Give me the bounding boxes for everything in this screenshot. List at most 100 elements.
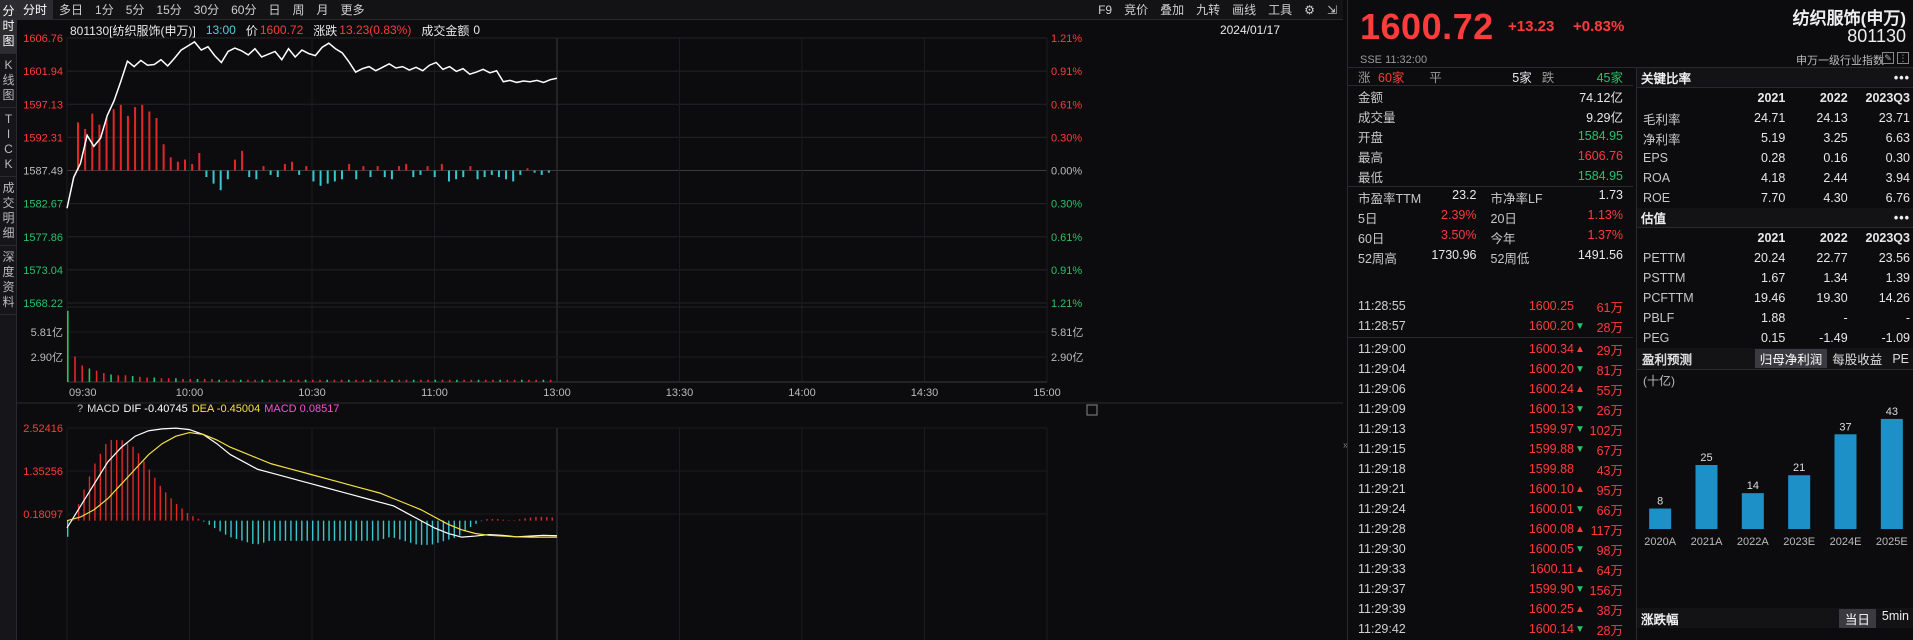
volume-bar	[549, 379, 552, 382]
tick-volume: 156万	[1589, 583, 1623, 598]
tick-row: 11:29:18 1599.88 43万	[1348, 459, 1633, 479]
forecast-category: 2020A	[1644, 536, 1676, 548]
drawing-button[interactable]: 画线	[1226, 0, 1262, 20]
fin-row-value: 19.30	[1816, 291, 1848, 305]
period-more[interactable]: 更多	[335, 0, 371, 20]
expand-icon[interactable]: ⇲	[1321, 0, 1343, 20]
period-month[interactable]: 月	[311, 0, 335, 20]
auction-button[interactable]: 竞价	[1118, 0, 1154, 20]
tab-depth-info[interactable]: 深 度 资 料	[0, 246, 17, 315]
fin-row-value: 24.13	[1816, 111, 1848, 125]
period-15min[interactable]: 15分	[150, 0, 187, 20]
stat-cell: 52周低 1491.56	[1491, 248, 1624, 267]
tick-row: 11:29:24 1600.01 ▼ 66万	[1348, 499, 1633, 519]
minute-flow-bar	[440, 163, 443, 171]
period-day[interactable]: 日	[262, 0, 286, 20]
more-icon[interactable]: ⋮	[1897, 52, 1909, 64]
tick-price: 1600.11	[1529, 562, 1574, 576]
valuation-more-icon[interactable]: •••	[1894, 211, 1910, 225]
macd-bar	[132, 446, 134, 521]
forecast-category: 2023E	[1783, 536, 1815, 548]
minute-flow-bar	[540, 170, 543, 175]
tick-price: 1600.13	[1528, 402, 1574, 416]
tick-row: 11:29:09 1600.13 ▼ 26万	[1348, 399, 1633, 419]
arrow-up-icon: ▲	[1575, 563, 1585, 575]
stat-value: 74.12亿	[1579, 90, 1623, 105]
stat-label: 今年	[1490, 231, 1516, 246]
tab-intraday[interactable]: 分 时 图	[0, 0, 17, 54]
tick-volume: 98万	[1596, 543, 1623, 558]
time-tick: 09:30	[69, 387, 97, 399]
arrow-down-icon: ▼	[1575, 443, 1585, 455]
macd-bar	[415, 520, 417, 545]
gear-icon[interactable]: ⚙	[1298, 0, 1321, 20]
stat-value: 1606.76	[1577, 149, 1623, 163]
volume-bar	[427, 379, 429, 382]
stat-label: 最高	[1358, 150, 1384, 165]
tab-tick[interactable]: T I C K	[0, 108, 17, 177]
tab-net-profit[interactable]: 归母净利润	[1754, 349, 1828, 368]
f9-button[interactable]: F9	[1092, 0, 1118, 20]
volume-bar	[441, 379, 444, 382]
arrow-up-icon: ▲	[1575, 343, 1585, 355]
fin-row-value: 1.39	[1885, 271, 1910, 285]
tab-pe[interactable]: PE	[1887, 352, 1913, 366]
stat-cell: 5日 2.39%	[1358, 208, 1491, 227]
macd-bar	[126, 443, 129, 521]
volume-bar	[167, 378, 170, 382]
tick-list[interactable]: 11:28:55 1600.25 61万 11:28:57 1600.20 ▼ 28万 11:…	[1348, 296, 1633, 640]
macd-bar	[508, 520, 510, 521]
key-ratio-more-icon[interactable]: •••	[1894, 71, 1910, 85]
stat-pair-row: 52周高 1730.96 52周低 1491.56	[1348, 247, 1633, 267]
fin-col-header: 2021 2022 2023Q3	[1637, 88, 1913, 108]
macd-dif: DIF -0.40745	[124, 403, 188, 415]
period-multiday[interactable]: 多日	[53, 0, 89, 20]
intraday-chart[interactable]: 1606.76 1.21% 1601.94 0.91% 1597.13 0.61% 1592…	[17, 20, 1343, 640]
macd-bar	[67, 520, 69, 537]
volume-bar	[290, 379, 292, 382]
tick-time: 11:29:28	[1358, 522, 1406, 536]
tab-trade-detail[interactable]: 成 交 明 细	[0, 177, 17, 246]
period-week[interactable]: 周	[287, 0, 311, 20]
tick-time: 11:29:15	[1358, 442, 1406, 456]
fin-row-value: 0.28	[1760, 151, 1786, 165]
edit-icon[interactable]: ✎	[1882, 52, 1894, 64]
volume-bar	[254, 379, 256, 382]
minute-flow-bar	[490, 170, 493, 175]
period-30min[interactable]: 30分	[188, 0, 225, 20]
seg-5min[interactable]: 5min	[1876, 609, 1913, 628]
price-label: 价	[245, 23, 258, 38]
pct-tick: 0.61%	[1051, 232, 1082, 244]
tools-button[interactable]: 工具	[1262, 0, 1298, 20]
macd-bar	[491, 519, 494, 521]
volume-bar	[74, 356, 76, 382]
macd-bar	[94, 463, 96, 521]
period-60min[interactable]: 60分	[225, 0, 262, 20]
macd-bar	[137, 453, 140, 521]
td-sequential-button[interactable]: 九转	[1190, 0, 1226, 20]
tick-time: 11:29:39	[1358, 602, 1406, 616]
tab-kline[interactable]: K 线 图	[0, 54, 17, 108]
stat-value: 1730.96	[1431, 247, 1477, 262]
arrow-down-icon: ▼	[1575, 403, 1585, 415]
forecast-bar	[1880, 418, 1903, 529]
macd-tick: 1.35256	[23, 466, 63, 478]
advance-count: 60家	[1378, 71, 1405, 85]
overlay-button[interactable]: 叠加	[1154, 0, 1190, 20]
fin-col-year: 2022	[1819, 91, 1848, 105]
minute-flow-bar	[376, 166, 379, 171]
volume-bar	[333, 379, 336, 382]
fin-row-label: PBLF	[1643, 311, 1675, 325]
seg-today[interactable]: 当日	[1838, 608, 1876, 628]
tick-volume: 38万	[1596, 603, 1623, 618]
period-1min[interactable]: 1分	[89, 0, 120, 20]
macd-bar	[399, 520, 401, 540]
minute-flow-bar	[476, 170, 479, 180]
minute-flow-bar	[155, 118, 158, 171]
fin-row-value: 4.30	[1823, 191, 1848, 205]
period-intraday[interactable]: 分时	[17, 0, 54, 20]
period-5min[interactable]: 5分	[120, 0, 151, 20]
fin-row-label: 净利率	[1643, 132, 1681, 147]
tab-eps[interactable]: 每股收益	[1827, 349, 1887, 368]
tick-volume: 61万	[1596, 300, 1623, 315]
